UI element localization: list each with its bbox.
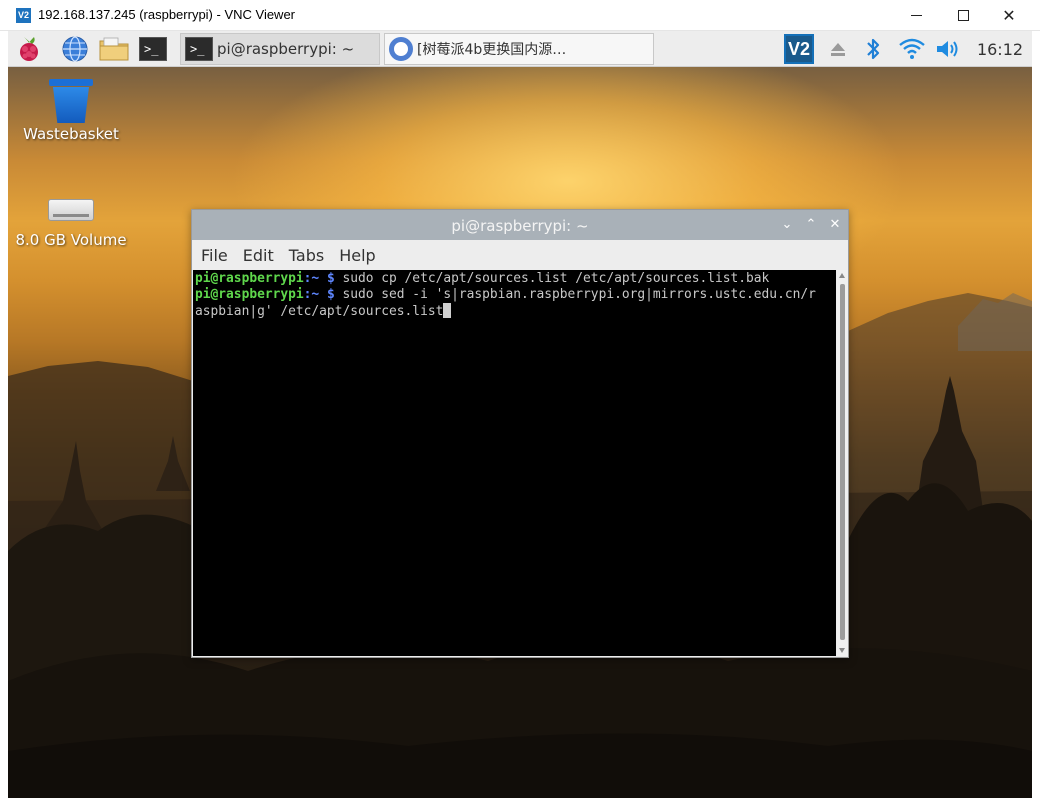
volume-icon	[937, 41, 958, 57]
minimize-icon	[910, 15, 922, 16]
close-icon: ✕	[1002, 6, 1016, 25]
vnc-window-title: 192.168.137.245 (raspberrypi) - VNC View…	[38, 7, 296, 22]
clock[interactable]: 16:12	[972, 33, 1028, 65]
taskbar-item-label: [树莓派4b更换国内源…	[417, 42, 567, 58]
terminal-minimize-button[interactable]: ⌄	[778, 216, 796, 234]
minimize-button[interactable]	[893, 0, 939, 31]
volume-button[interactable]	[934, 33, 964, 65]
scroll-up-icon[interactable]	[839, 273, 845, 278]
terminal-scrollbar[interactable]	[837, 270, 848, 656]
close-button[interactable]: ✕	[986, 0, 1032, 31]
maximize-button[interactable]	[940, 0, 986, 31]
taskbar-panel: >_ >_ pi@raspberrypi: ~ [树莓派4b更换国内源… V2	[8, 31, 1032, 67]
prompt-user: pi@raspberrypi	[195, 287, 304, 302]
vnc-server-tray-button[interactable]: V2	[782, 33, 816, 65]
terminal-launcher-button[interactable]: >_	[136, 33, 170, 65]
terminal-maximize-button[interactable]: ⌃	[802, 216, 820, 234]
close-icon: ✕	[829, 217, 841, 232]
menu-tabs[interactable]: Tabs	[289, 246, 324, 265]
terminal-menubar: File Edit Tabs Help	[192, 240, 848, 270]
terminal-close-button[interactable]: ✕	[826, 216, 844, 234]
terminal-title: pi@raspberrypi: ~	[451, 217, 589, 235]
eject-icon	[831, 43, 845, 56]
chromium-icon	[389, 37, 413, 61]
prompt-path: :~ $	[303, 271, 335, 286]
terminal-line: pi@raspberrypi:~ $ sudo cp /etc/apt/sour…	[195, 271, 834, 287]
menu-edit[interactable]: Edit	[243, 246, 274, 265]
scrollbar-thumb[interactable]	[840, 284, 845, 640]
text-cursor	[443, 303, 452, 318]
desktop-icon-wastebasket[interactable]: Wastebasket	[8, 79, 134, 143]
web-browser-button[interactable]	[58, 33, 92, 65]
vnc-viewer-titlebar[interactable]: V2 192.168.137.245 (raspberrypi) - VNC V…	[0, 0, 1040, 31]
terminal-line: pi@raspberrypi:~ $ sudo sed -i 's|raspbi…	[195, 287, 834, 303]
desktop-icon-label: Wastebasket	[23, 125, 119, 143]
chevron-up-icon: ⌃	[805, 217, 817, 232]
file-manager-button[interactable]	[96, 33, 132, 65]
vnc-server-icon: V2	[784, 34, 814, 64]
desktop-icon-label: 8.0 GB Volume	[15, 231, 127, 249]
terminal-titlebar[interactable]: pi@raspberrypi: ~ ⌄ ⌃ ✕	[192, 210, 848, 240]
drive-icon	[48, 199, 94, 221]
wifi-icon	[899, 38, 925, 59]
raspberry-pi-menu-icon	[20, 37, 38, 61]
terminal-icon: >_	[139, 37, 167, 61]
prompt-user: pi@raspberrypi	[195, 271, 304, 286]
remote-desktop[interactable]: >_ >_ pi@raspberrypi: ~ [树莓派4b更换国内源… V2	[8, 31, 1032, 798]
eject-button[interactable]	[826, 33, 850, 65]
bluetooth-icon	[867, 38, 880, 60]
menu-file[interactable]: File	[201, 246, 228, 265]
terminal-line: aspbian|g' /etc/apt/sources.list	[195, 303, 834, 320]
prompt-path: :~ $	[303, 287, 335, 302]
vnc-viewer-app-icon: V2	[16, 8, 31, 23]
raspberry-pi-menu-button[interactable]	[12, 33, 46, 65]
web-browser-icon	[62, 36, 88, 62]
scroll-down-icon[interactable]	[839, 648, 845, 653]
trash-icon	[49, 79, 93, 123]
terminal-icon: >_	[185, 37, 213, 61]
desktop-icon-volume[interactable]: 8.0 GB Volume	[8, 191, 134, 249]
maximize-icon	[957, 10, 969, 21]
terminal-window[interactable]: pi@raspberrypi: ~ ⌄ ⌃ ✕ File Edit Tabs H…	[191, 209, 849, 658]
taskbar-item-terminal[interactable]: >_ pi@raspberrypi: ~	[180, 33, 380, 65]
wifi-button[interactable]	[898, 33, 926, 65]
command-text: sudo cp /etc/apt/sources.list /etc/apt/s…	[334, 271, 770, 286]
file-manager-icon	[99, 37, 129, 61]
bluetooth-button[interactable]	[861, 33, 885, 65]
taskbar-item-label: pi@raspberrypi: ~	[217, 40, 355, 58]
command-text: aspbian|g' /etc/apt/sources.list	[195, 304, 444, 319]
terminal-output[interactable]: pi@raspberrypi:~ $ sudo cp /etc/apt/sour…	[193, 270, 836, 656]
chevron-down-icon: ⌄	[781, 217, 793, 232]
taskbar-item-browser[interactable]: [树莓派4b更换国内源…	[384, 33, 654, 65]
menu-help[interactable]: Help	[339, 246, 375, 265]
command-text: sudo sed -i 's|raspbian.raspberrypi.org|…	[334, 287, 816, 302]
